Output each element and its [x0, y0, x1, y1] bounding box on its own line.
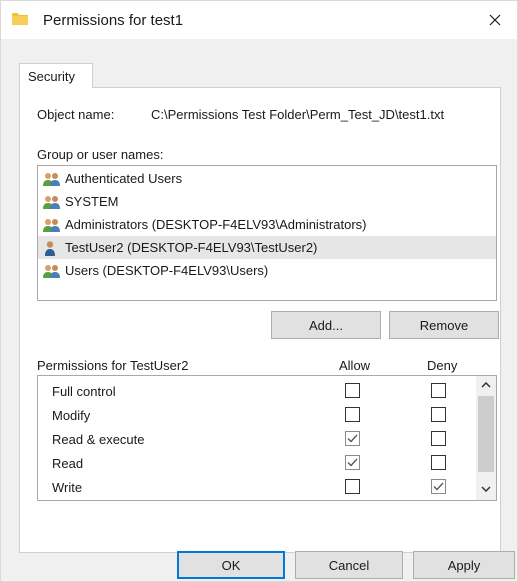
- add-button[interactable]: Add...: [271, 311, 381, 339]
- permission-row: Read: [38, 451, 478, 475]
- group-users-icon: [43, 218, 60, 232]
- checkmark-icon: [347, 458, 358, 467]
- allow-checkbox[interactable]: [345, 383, 360, 398]
- user-list-item-label: Authenticated Users: [65, 171, 183, 186]
- user-list-item-label: TestUser2 (DESKTOP-F4ELV93\TestUser2): [65, 240, 318, 255]
- deny-column-header: Deny: [427, 358, 458, 373]
- deny-checkbox[interactable]: [431, 455, 446, 470]
- group-or-user-names-label: Group or user names:: [37, 147, 164, 162]
- permission-name: Write: [52, 480, 83, 495]
- dialog-content: Security Object name: C:\Permissions Tes…: [1, 39, 517, 581]
- folder-icon: [12, 13, 28, 25]
- chevron-up-icon: [481, 382, 491, 388]
- title-bar: Permissions for test1: [1, 1, 517, 39]
- user-list-item-label: SYSTEM: [65, 194, 119, 209]
- permissions-title: Permissions for TestUser2: [37, 358, 189, 373]
- close-button[interactable]: [473, 1, 517, 39]
- checkmark-icon: [433, 482, 444, 491]
- chevron-down-icon: [481, 486, 491, 492]
- remove-button[interactable]: Remove: [389, 311, 499, 339]
- permission-name: Modify: [52, 408, 91, 423]
- single-user-icon: [45, 240, 55, 256]
- allow-checkbox-checked[interactable]: [345, 431, 360, 446]
- window-title: Permissions for test1: [43, 12, 184, 29]
- ok-button[interactable]: OK: [177, 551, 285, 579]
- permission-row: Full control: [38, 379, 478, 403]
- deny-checkbox-checked[interactable]: [431, 479, 446, 494]
- permissions-scrollbar[interactable]: [476, 376, 496, 500]
- user-list-item[interactable]: SYSTEM: [38, 190, 496, 213]
- permission-row-partial: [38, 498, 478, 500]
- cancel-button[interactable]: Cancel: [295, 551, 403, 579]
- permission-name: Read & execute: [52, 432, 145, 447]
- user-list-item[interactable]: Users (DESKTOP-F4ELV93\Users): [38, 259, 496, 282]
- permissions-dialog: Permissions for test1 Security Object na…: [0, 0, 518, 582]
- group-users-icon: [43, 172, 60, 186]
- group-users-icon: [43, 264, 60, 278]
- scroll-down-button[interactable]: [476, 480, 496, 498]
- object-name-label: Object name:: [37, 107, 115, 122]
- user-list-item-selected[interactable]: TestUser2 (DESKTOP-F4ELV93\TestUser2): [38, 236, 496, 259]
- permission-row: Read & execute: [38, 427, 478, 451]
- scroll-up-button[interactable]: [476, 376, 496, 394]
- user-list-item[interactable]: Administrators (DESKTOP-F4ELV93\Administ…: [38, 213, 496, 236]
- permission-row: Modify: [38, 403, 478, 427]
- permission-name: Read: [52, 456, 84, 471]
- allow-column-header: Allow: [339, 358, 371, 373]
- close-icon: [489, 14, 501, 26]
- allow-checkbox-checked[interactable]: [345, 455, 360, 470]
- object-name-value: C:\Permissions Test Folder\Perm_Test_JD\…: [151, 107, 445, 122]
- deny-checkbox[interactable]: [431, 407, 446, 422]
- deny-checkbox[interactable]: [431, 383, 446, 398]
- scroll-thumb[interactable]: [478, 396, 494, 472]
- user-list-item-label: Users (DESKTOP-F4ELV93\Users): [65, 263, 269, 278]
- permission-name: Full control: [52, 384, 116, 399]
- permissions-list: Full control Modify Read & execute Read: [37, 375, 497, 501]
- tab-security[interactable]: Security: [19, 63, 93, 88]
- group-user-list[interactable]: Authenticated Users SYSTEM Administrator…: [37, 165, 497, 301]
- deny-checkbox[interactable]: [431, 431, 446, 446]
- user-list-item[interactable]: Authenticated Users: [38, 167, 496, 190]
- permission-row: Write: [38, 475, 478, 499]
- apply-button[interactable]: Apply: [413, 551, 515, 579]
- user-list-item-label: Administrators (DESKTOP-F4ELV93\Administ…: [65, 217, 367, 232]
- group-users-icon: [43, 195, 60, 209]
- allow-checkbox[interactable]: [345, 407, 360, 422]
- allow-checkbox[interactable]: [345, 479, 360, 494]
- checkmark-icon: [347, 434, 358, 443]
